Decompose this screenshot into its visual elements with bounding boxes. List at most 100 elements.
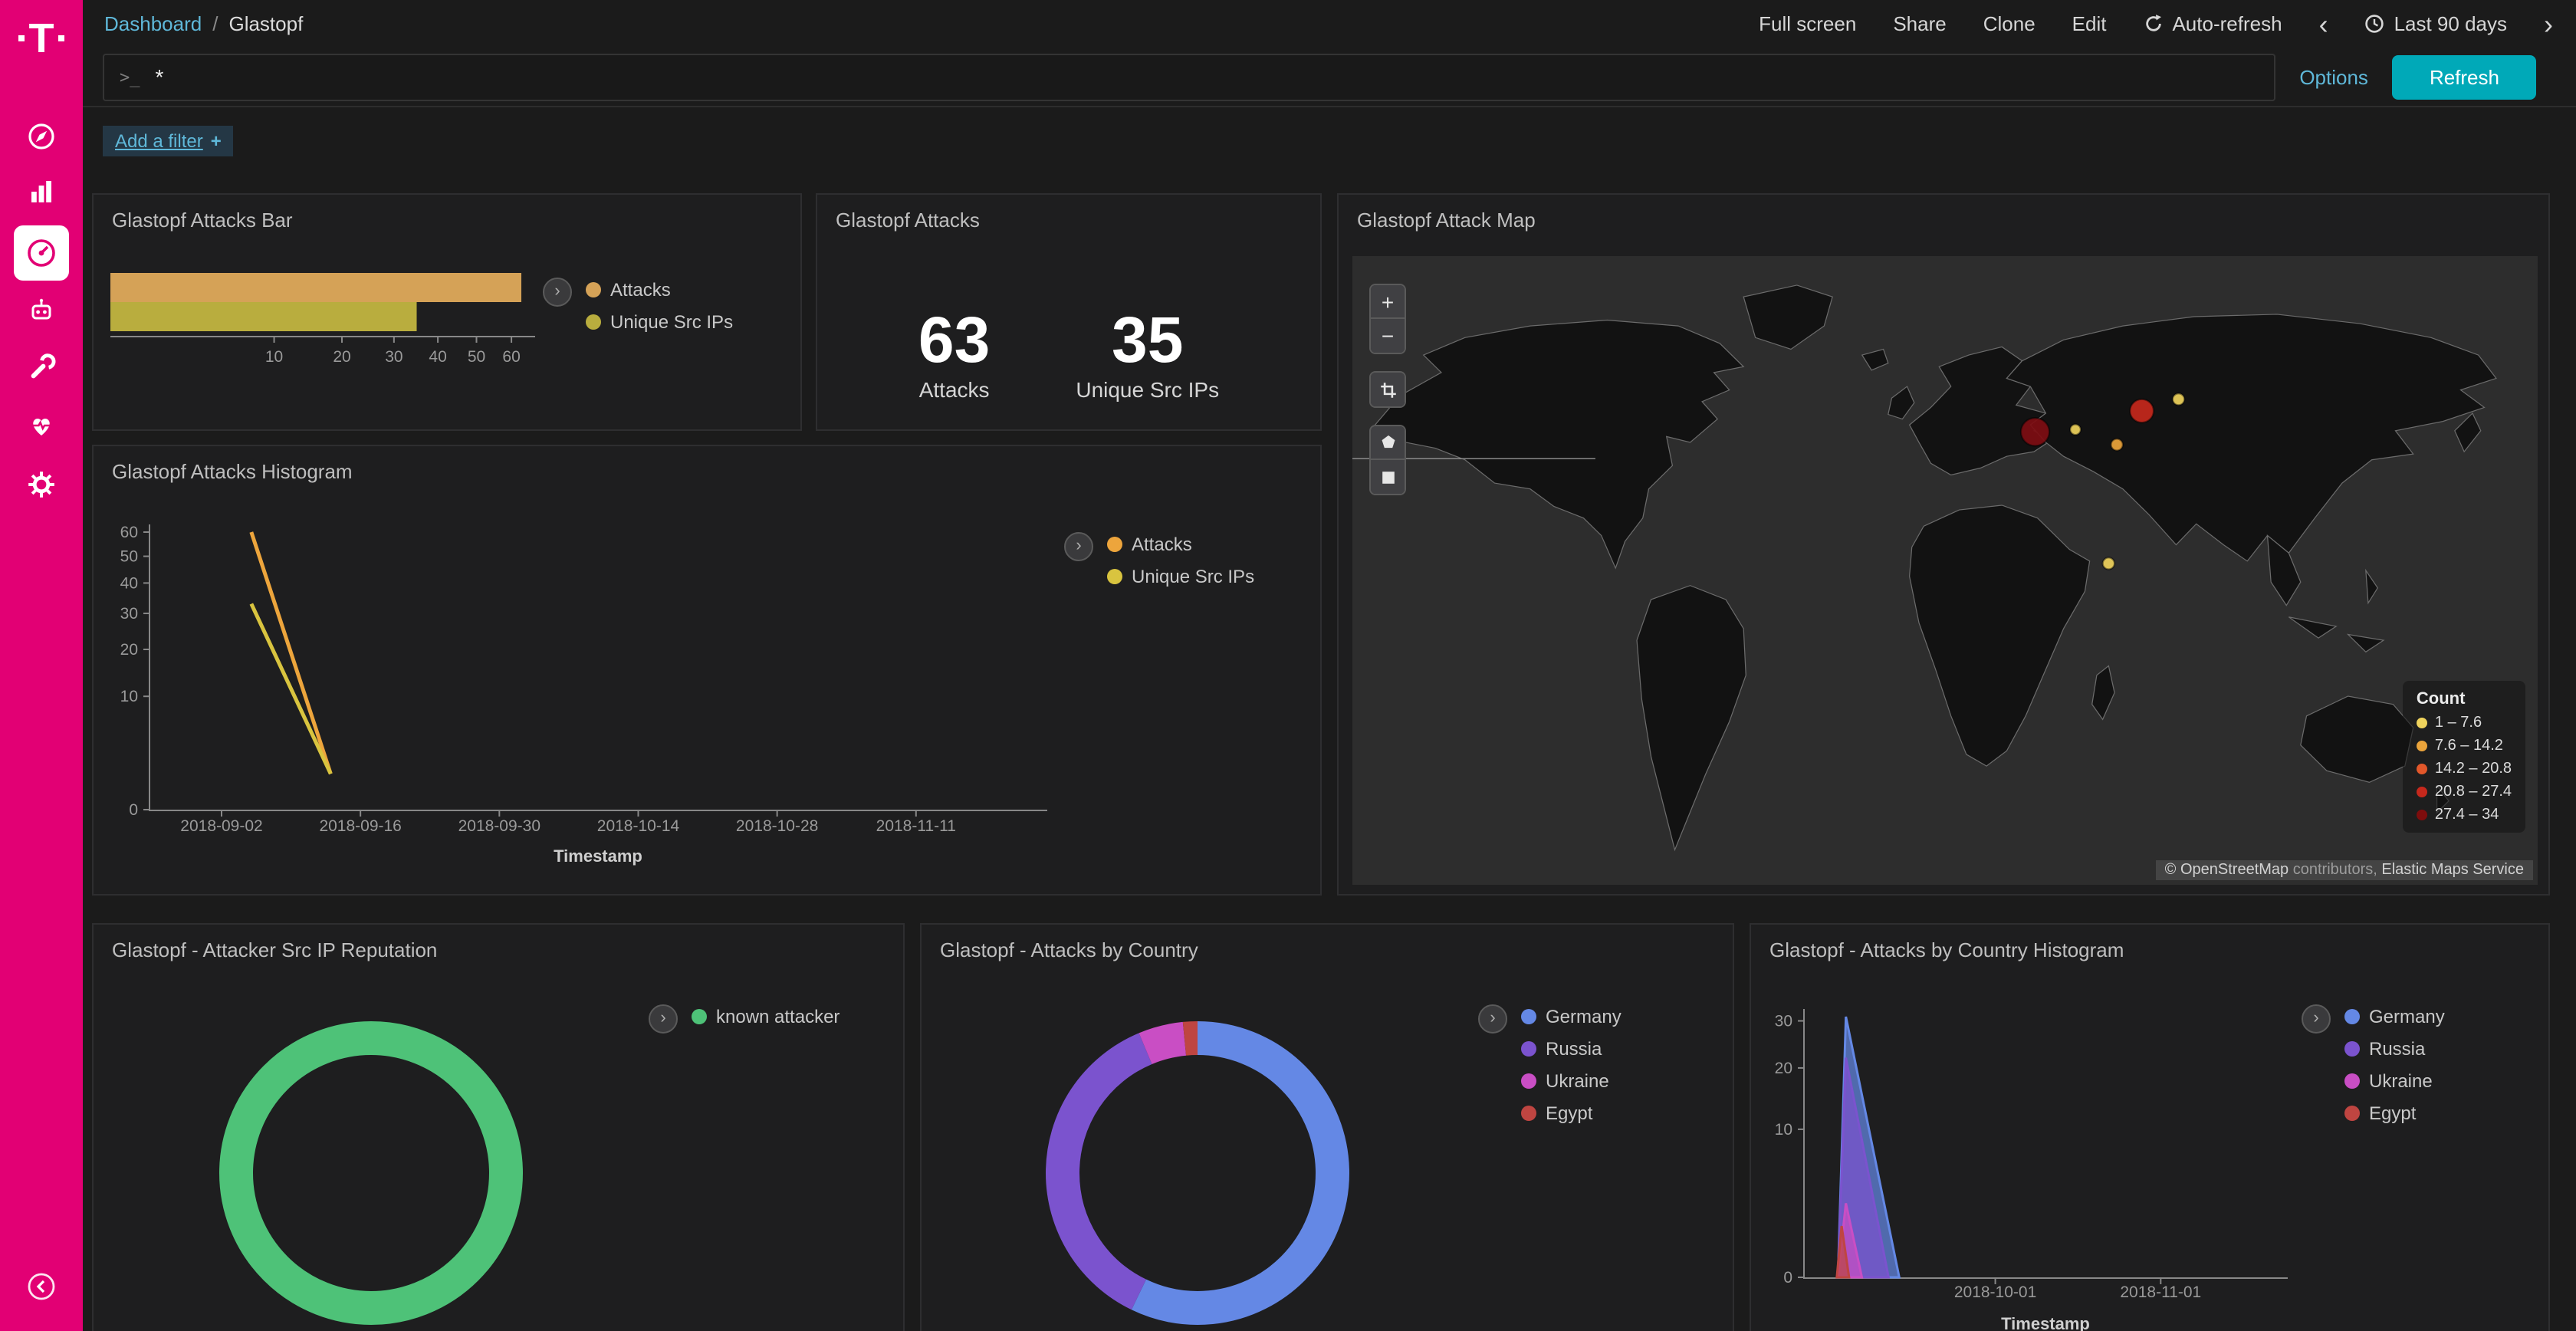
full-screen-button[interactable]: Full screen — [1759, 12, 1856, 35]
legend-label: Attacks — [1132, 534, 1192, 555]
auto-refresh-button[interactable]: Auto-refresh — [2143, 12, 2282, 35]
legend-item[interactable]: Russia — [2344, 1038, 2445, 1060]
legend-color-dot — [1107, 569, 1122, 584]
metric-unique-src-ips: 35 Unique Src IPs — [1076, 308, 1219, 402]
telekom-logo: T — [0, 12, 83, 64]
legend-color-dot — [2344, 1073, 2360, 1089]
metric-value: 63 — [918, 308, 990, 373]
svg-text:60: 60 — [502, 348, 520, 366]
elastic-maps-service-link[interactable]: Elastic Maps Service — [2381, 862, 2524, 879]
metric-attacks: 63 Attacks — [918, 308, 990, 402]
clone-button[interactable]: Clone — [1983, 12, 2036, 35]
panel-attacks-bar: Glastopf Attacks Bar 102030405060 › Atta… — [92, 193, 802, 431]
svg-text:20: 20 — [1775, 1060, 1792, 1077]
zoom-in-button[interactable]: + — [1371, 285, 1405, 319]
legend-label: Egypt — [1546, 1103, 1592, 1124]
panel-title: Glastopf - Attacker Src IP Reputation — [94, 925, 903, 961]
legend-item[interactable]: Ukraine — [1521, 1070, 1622, 1092]
map-legend-label: 20.8 – 27.4 — [2435, 784, 2512, 800]
map-legend-entry: 14.2 – 20.8 — [2417, 761, 2512, 777]
legend-item[interactable]: Unique Src IPs — [1107, 566, 1254, 587]
panel-title: Glastopf - Attacks by Country Histogram — [1751, 925, 2548, 961]
map-legend-entry: 20.8 – 27.4 — [2417, 784, 2512, 800]
map-legend-entry: 27.4 – 34 — [2417, 807, 2512, 823]
legend-color-dot — [1521, 1106, 1536, 1121]
chart-legend: › known attacker — [649, 1004, 840, 1034]
map-attribution: © OpenStreetMap contributors, Elastic Ma… — [2156, 860, 2533, 880]
map-legend-label: 7.6 – 14.2 — [2435, 738, 2503, 754]
heartbeat-icon — [26, 409, 57, 440]
fit-bounds-button[interactable] — [1371, 373, 1405, 406]
panel-title: Glastopf Attacks — [817, 195, 1320, 232]
legend-item[interactable]: Unique Src IPs — [586, 311, 733, 333]
svg-text:Timestamp: Timestamp — [2001, 1314, 2090, 1331]
metric-group: 63 Attacks 35 Unique Src IPs — [817, 232, 1320, 402]
legend-toggle-icon[interactable]: › — [543, 278, 572, 307]
legend-color-dot — [1521, 1073, 1536, 1089]
legend-item[interactable]: Ukraine — [2344, 1070, 2445, 1092]
sidebar-item-tpot[interactable] — [14, 282, 69, 337]
legend-toggle-icon[interactable]: › — [1478, 1004, 1507, 1034]
chart-legend: › Attacks Unique Src IPs — [1064, 532, 1254, 587]
sidebar-item-visualize[interactable] — [14, 164, 69, 219]
svg-text:30: 30 — [385, 348, 402, 366]
reputation-donut-chart — [218, 1020, 524, 1331]
add-filter-button[interactable]: Add a filter + — [103, 126, 234, 156]
legend-item[interactable]: Egypt — [1521, 1103, 1622, 1124]
legend-item[interactable]: Russia — [1521, 1038, 1622, 1060]
map-legend-entry: 1 – 7.6 — [2417, 715, 2512, 731]
share-button[interactable]: Share — [1893, 12, 1946, 35]
draw-polygon-button[interactable] — [1371, 426, 1405, 460]
refresh-button[interactable]: Refresh — [2393, 54, 2536, 99]
metric-label: Attacks — [918, 377, 990, 402]
legend-toggle-icon[interactable]: › — [1064, 532, 1093, 561]
metric-value: 35 — [1076, 308, 1219, 373]
time-forward-chevron[interactable]: › — [2544, 10, 2553, 38]
openstreetmap-link[interactable]: OpenStreetMap — [2180, 862, 2288, 879]
sidebar-item-dev-tools[interactable] — [14, 340, 69, 396]
world-map[interactable]: + − — [1352, 256, 2538, 885]
panel-src-ip-reputation: Glastopf - Attacker Src IP Reputation › … — [92, 923, 905, 1331]
legend-item[interactable]: known attacker — [692, 1006, 840, 1027]
legend-item[interactable]: Germany — [1521, 1006, 1622, 1027]
breadcrumb-dashboard-link[interactable]: Dashboard — [104, 12, 202, 35]
legend-color-dot — [2344, 1009, 2360, 1024]
chart-legend: › Germany Russia Ukraine Egypt — [2302, 1004, 2445, 1124]
sidebar-item-monitoring[interactable] — [14, 397, 69, 452]
panel-attacks-by-country-histogram: Glastopf - Attacks by Country Histogram … — [1750, 923, 2550, 1331]
console-prompt-icon: >_ — [120, 67, 140, 87]
legend-toggle-icon[interactable]: › — [649, 1004, 678, 1034]
legend-label: known attacker — [716, 1006, 840, 1027]
legend-item[interactable]: Attacks — [1107, 534, 1254, 555]
sidebar-item-collapse[interactable] — [14, 1259, 69, 1314]
edit-button[interactable]: Edit — [2072, 12, 2107, 35]
legend-label: Germany — [2369, 1006, 2445, 1027]
world-map-svg — [1352, 256, 2538, 885]
dashboard-gauge-icon — [25, 236, 58, 270]
attacks-histogram-chart: 01020304050602018-09-022018-09-162018-09… — [117, 523, 1075, 891]
panel-attacks-metric: Glastopf Attacks 63 Attacks 35 Unique Sr… — [816, 193, 1322, 431]
legend-item[interactable]: Attacks — [586, 279, 733, 301]
options-link[interactable]: Options — [2299, 65, 2368, 88]
time-range-picker[interactable]: Last 90 days — [2365, 12, 2507, 35]
zoom-out-button[interactable]: − — [1371, 319, 1405, 353]
legend-toggle-icon[interactable]: › — [2302, 1004, 2331, 1034]
legend-color-dot — [2344, 1106, 2360, 1121]
svg-text:20: 20 — [333, 348, 350, 366]
legend-color-dot — [1107, 537, 1122, 552]
time-back-chevron[interactable]: ‹ — [2319, 10, 2328, 38]
sidebar-item-discover[interactable] — [14, 109, 69, 164]
svg-text:40: 40 — [120, 574, 138, 592]
draw-rectangle-button[interactable] — [1371, 460, 1405, 494]
sidebar-item-management[interactable] — [14, 457, 69, 512]
sidebar-item-dashboard[interactable] — [14, 225, 69, 281]
legend-item[interactable]: Egypt — [2344, 1103, 2445, 1124]
search-input[interactable]: >_ * — [103, 53, 2275, 100]
svg-text:Timestamp: Timestamp — [554, 846, 642, 866]
svg-text:0: 0 — [1783, 1269, 1792, 1287]
legend-color-dot — [586, 282, 601, 297]
legend-item[interactable]: Germany — [2344, 1006, 2445, 1027]
legend-color-dot — [692, 1009, 707, 1024]
map-legend-dot — [2417, 718, 2427, 728]
svg-text:2018-09-16: 2018-09-16 — [319, 817, 401, 835]
